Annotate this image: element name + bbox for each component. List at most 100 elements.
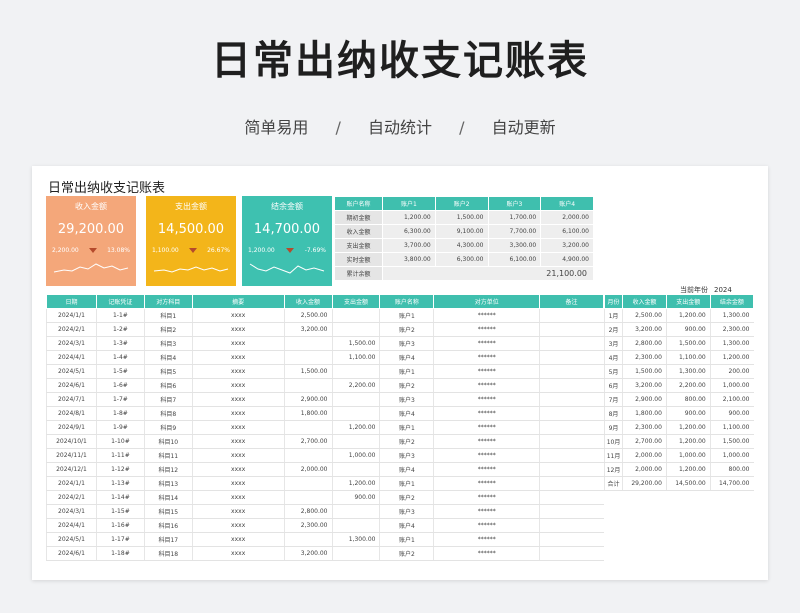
table-cell[interactable]: 6,300.00	[434, 252, 489, 267]
table-cell[interactable]: 1,800.00	[622, 406, 667, 421]
table-cell[interactable]: xxxx	[191, 448, 285, 463]
table-cell[interactable]: 2,000.00	[540, 210, 594, 225]
table-cell[interactable]: 1,300.00	[709, 336, 754, 351]
table-cell[interactable]: 科目3	[143, 336, 193, 351]
table-cell[interactable]: 1-8#	[95, 406, 145, 421]
table-cell[interactable]	[283, 476, 332, 491]
table-cell[interactable]: 1,200.00	[331, 476, 380, 491]
table-cell[interactable]: 2024/5/1	[46, 532, 97, 547]
table-cell[interactable]: xxxx	[191, 476, 285, 491]
table-cell[interactable]: 1,200.00	[665, 462, 711, 477]
table-cell[interactable]	[539, 406, 604, 421]
table-cell[interactable]: xxxx	[191, 364, 285, 379]
table-cell[interactable]: 900.00	[331, 490, 380, 505]
table-cell[interactable]: 200.00	[709, 364, 754, 379]
table-cell[interactable]: 1,000.00	[709, 448, 754, 463]
table-cell[interactable]: ******	[433, 546, 540, 561]
table-cell[interactable]: 1,200.00	[382, 210, 436, 225]
table-cell[interactable]: xxxx	[191, 350, 285, 365]
table-cell[interactable]	[539, 490, 604, 505]
table-cell[interactable]	[331, 546, 380, 561]
table-cell[interactable]: 账户4	[379, 518, 434, 533]
table-cell[interactable]: 7,700.00	[487, 224, 542, 239]
table-cell[interactable]: 1,200.00	[331, 420, 380, 435]
table-cell[interactable]: 14,700.00	[709, 476, 754, 491]
table-cell[interactable]: 4,900.00	[540, 252, 594, 267]
table-cell[interactable]: 账户1	[379, 308, 434, 323]
table-cell[interactable]: 6,100.00	[540, 224, 594, 239]
table-cell[interactable]: 1,100.00	[709, 420, 754, 435]
table-cell[interactable]	[283, 448, 332, 463]
table-cell[interactable]: ******	[433, 378, 540, 393]
table-cell[interactable]: xxxx	[191, 462, 285, 477]
table-cell[interactable]: 1-14#	[95, 490, 145, 505]
table-cell[interactable]: xxxx	[191, 532, 285, 547]
table-cell[interactable]: 1,300.00	[331, 532, 380, 547]
table-cell[interactable]: 科目1	[143, 308, 193, 323]
table-cell[interactable]: xxxx	[191, 336, 285, 351]
table-cell[interactable]: 账户3	[379, 392, 434, 407]
table-cell[interactable]: 3,200.00	[283, 546, 332, 561]
table-cell[interactable]: ******	[433, 476, 540, 491]
table-cell[interactable]: 2,500.00	[622, 308, 667, 323]
table-cell[interactable]: 账户3	[379, 504, 434, 519]
table-cell[interactable]: 1-12#	[95, 462, 145, 477]
table-cell[interactable]	[539, 532, 604, 547]
table-cell[interactable]: 2,800.00	[283, 504, 332, 519]
table-cell[interactable]: 科目10	[143, 434, 193, 449]
table-cell[interactable]: 3,200.00	[622, 378, 667, 393]
table-cell[interactable]: 14,500.00	[665, 476, 711, 491]
table-cell[interactable]	[539, 476, 604, 491]
table-cell[interactable]: 3月	[603, 336, 623, 351]
table-cell[interactable]	[539, 448, 604, 463]
table-cell[interactable]: 900.00	[665, 322, 711, 337]
table-cell[interactable]: xxxx	[191, 546, 285, 561]
total-balance-value[interactable]: 21,100.00	[382, 266, 594, 281]
table-cell[interactable]: 2月	[603, 322, 623, 337]
table-cell[interactable]: xxxx	[191, 420, 285, 435]
table-cell[interactable]: 1-11#	[95, 448, 145, 463]
table-cell[interactable]: 2,300.00	[709, 322, 754, 337]
table-cell[interactable]: 2,800.00	[622, 336, 667, 351]
table-cell[interactable]: 1,500.00	[331, 336, 380, 351]
table-cell[interactable]: ******	[433, 448, 540, 463]
table-cell[interactable]: 900.00	[709, 406, 754, 421]
table-cell[interactable]: ******	[433, 364, 540, 379]
table-cell[interactable]	[331, 364, 380, 379]
table-cell[interactable]: 合计	[603, 476, 623, 491]
table-cell[interactable]: 科目2	[143, 322, 193, 337]
table-cell[interactable]: 3,200.00	[283, 322, 332, 337]
table-cell[interactable]: 2024/7/1	[46, 392, 97, 407]
table-cell[interactable]: ******	[433, 504, 540, 519]
table-cell[interactable]: xxxx	[191, 490, 285, 505]
table-cell[interactable]: 2024/4/1	[46, 518, 97, 533]
table-cell[interactable]: 1,800.00	[283, 406, 332, 421]
table-cell[interactable]: 9,100.00	[434, 224, 489, 239]
table-cell[interactable]	[331, 518, 380, 533]
table-cell[interactable]: 科目18	[143, 546, 193, 561]
table-cell[interactable]	[283, 420, 332, 435]
table-cell[interactable]: 10月	[603, 434, 623, 449]
table-cell[interactable]	[283, 532, 332, 547]
table-cell[interactable]: 2,500.00	[283, 308, 332, 323]
table-cell[interactable]	[331, 322, 380, 337]
table-cell[interactable]: 1,000.00	[709, 378, 754, 393]
table-cell[interactable]: xxxx	[191, 378, 285, 393]
table-cell[interactable]: ******	[433, 532, 540, 547]
table-cell[interactable]: 2024/5/1	[46, 364, 97, 379]
table-cell[interactable]: 科目7	[143, 392, 193, 407]
table-cell[interactable]: 账户2	[379, 322, 434, 337]
table-cell[interactable]: 2024/3/1	[46, 336, 97, 351]
table-cell[interactable]: 1-16#	[95, 518, 145, 533]
table-cell[interactable]: 2024/2/1	[46, 322, 97, 337]
table-cell[interactable]	[539, 350, 604, 365]
table-cell[interactable]: 2024/12/1	[46, 462, 97, 477]
table-cell[interactable]: 2,300.00	[622, 350, 667, 365]
table-cell[interactable]: ******	[433, 350, 540, 365]
table-cell[interactable]: 科目4	[143, 350, 193, 365]
table-cell[interactable]: 科目15	[143, 504, 193, 519]
table-cell[interactable]: 2024/6/1	[46, 378, 97, 393]
table-cell[interactable]: 1,300.00	[665, 364, 711, 379]
table-cell[interactable]	[539, 336, 604, 351]
table-cell[interactable]: ******	[433, 420, 540, 435]
